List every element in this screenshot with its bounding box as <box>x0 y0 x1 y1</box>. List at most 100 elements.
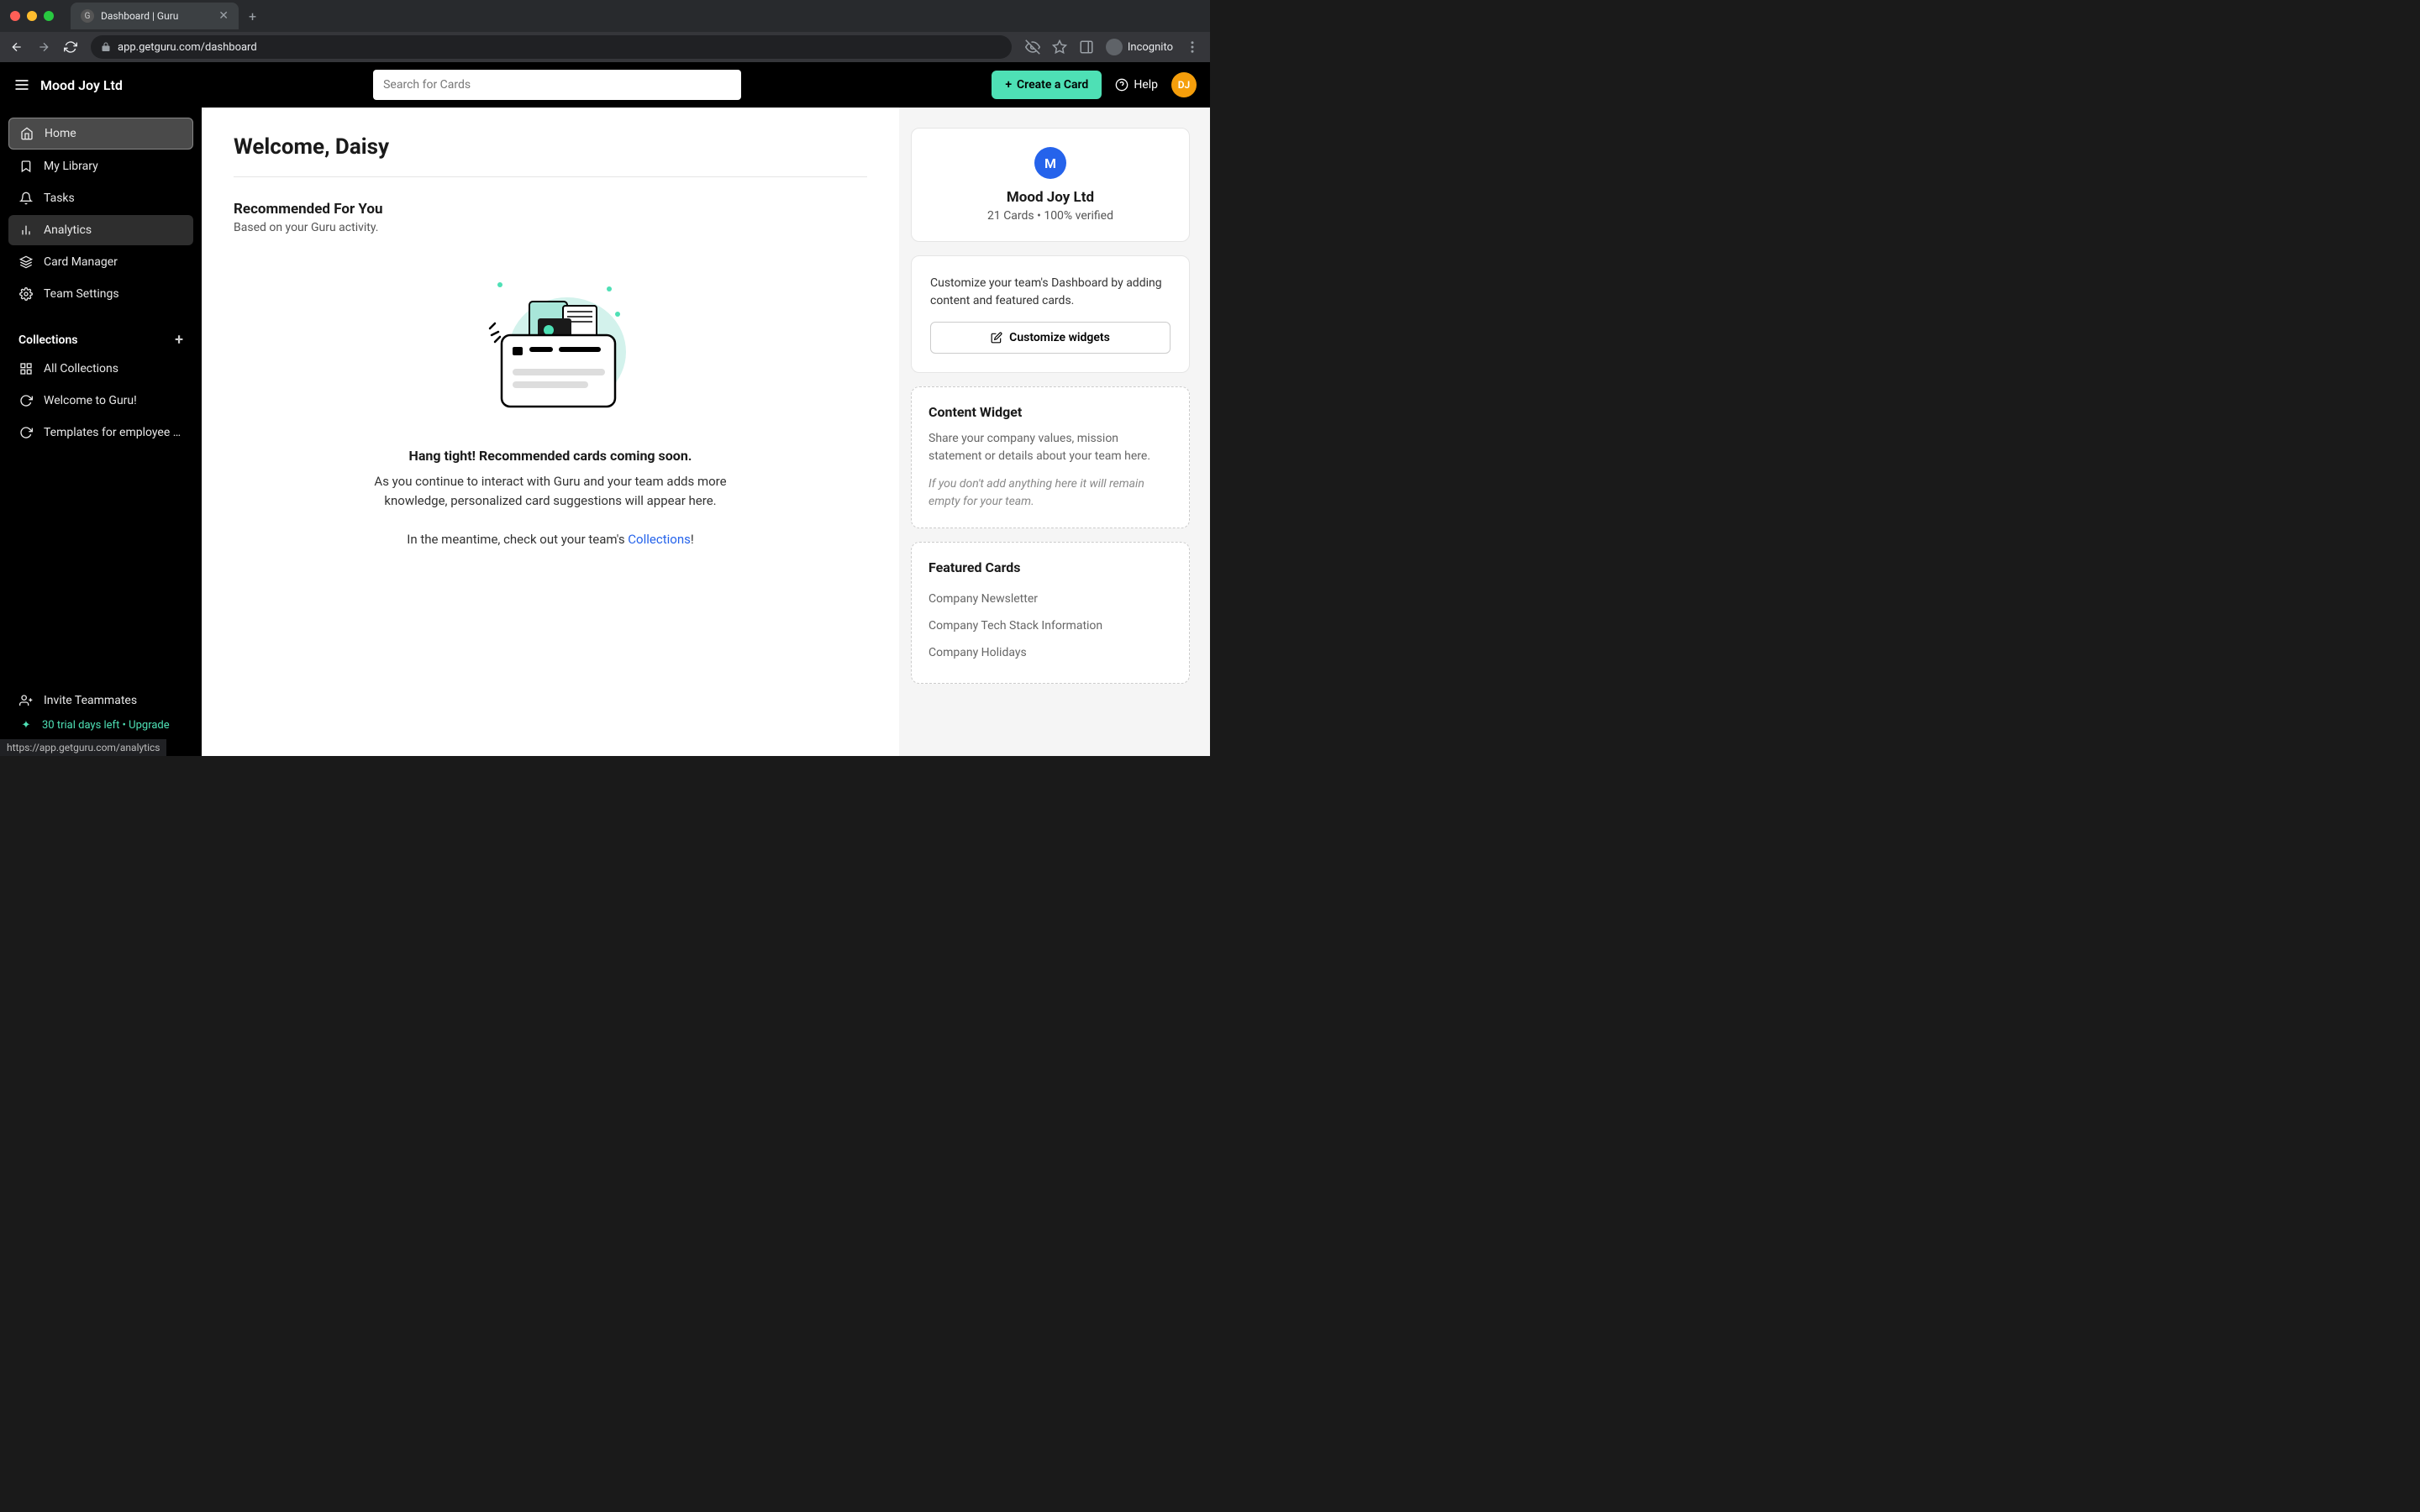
url-text: app.getguru.com/dashboard <box>118 41 257 54</box>
bell-icon <box>18 191 34 206</box>
tab-title: Dashboard | Guru <box>101 10 178 22</box>
content-widget-title: Content Widget <box>929 404 1172 420</box>
sidebar-item-label: Welcome to Guru! <box>44 394 137 407</box>
sidebar-item-card-manager[interactable]: Card Manager <box>8 247 193 277</box>
team-name: Mood Joy Ltd <box>930 189 1171 206</box>
right-panel: M Mood Joy Ltd 21 Cards • 100% verified … <box>902 108 1205 756</box>
create-card-label: Create a Card <box>1017 78 1088 92</box>
sidebar: Home My Library Tasks Analytics Card Man… <box>0 108 202 756</box>
empty-state-description: As you continue to interact with Guru an… <box>366 472 735 510</box>
incognito-icon <box>1106 39 1123 55</box>
search-placeholder: Search for Cards <box>383 78 471 92</box>
customize-text: Customize your team's Dashboard by addin… <box>930 275 1171 310</box>
help-icon <box>1115 78 1128 92</box>
refresh-icon <box>18 393 34 408</box>
recommended-title: Recommended For You <box>234 201 867 218</box>
tab-favicon-icon: G <box>81 9 94 23</box>
sidebar-item-analytics[interactable]: Analytics <box>8 215 193 245</box>
collections-header: Collections + <box>8 326 193 354</box>
team-card: M Mood Joy Ltd 21 Cards • 100% verified <box>911 128 1190 242</box>
featured-item[interactable]: Company Newsletter <box>929 585 1172 612</box>
sidebar-item-tasks[interactable]: Tasks <box>8 183 193 213</box>
window-controls <box>10 11 54 21</box>
new-tab-icon[interactable]: + <box>249 8 256 24</box>
welcome-title: Welcome, Daisy <box>234 134 867 177</box>
app-title: Mood Joy Ltd <box>40 77 123 93</box>
empty-state-title: Hang tight! Recommended cards coming soo… <box>234 448 867 464</box>
chart-icon <box>18 223 34 238</box>
sidebar-item-label: My Library <box>44 160 98 173</box>
home-icon <box>19 126 34 141</box>
layers-icon <box>18 255 34 270</box>
sidebar-item-label: All Collections <box>44 362 118 375</box>
browser-tab[interactable]: G Dashboard | Guru ✕ <box>71 3 239 29</box>
add-collection-icon[interactable]: + <box>175 331 183 349</box>
address-bar[interactable]: app.getguru.com/dashboard <box>91 35 1012 59</box>
content-widget-hint: If you don't add anything here it will r… <box>929 475 1172 511</box>
sidebar-item-library[interactable]: My Library <box>8 151 193 181</box>
cta-prefix: In the meantime, check out your team's <box>407 532 628 547</box>
panel-icon[interactable] <box>1079 39 1094 55</box>
sidebar-item-invite[interactable]: Invite Teammates <box>8 685 193 716</box>
help-button[interactable]: Help <box>1115 78 1158 92</box>
customize-btn-label: Customize widgets <box>1009 331 1110 344</box>
toolbar-icons: Incognito <box>1025 39 1200 55</box>
team-stats: 21 Cards • 100% verified <box>930 209 1171 223</box>
maximize-window-icon[interactable] <box>44 11 54 21</box>
browser-tab-bar: G Dashboard | Guru ✕ + <box>0 0 1210 32</box>
trial-badge[interactable]: ✦ 30 trial days left • Upgrade <box>8 717 193 739</box>
sidebar-item-label: Templates for employee … <box>44 426 181 439</box>
gear-icon <box>18 286 34 302</box>
sidebar-item-collection-templates[interactable]: Templates for employee … <box>8 417 193 448</box>
user-avatar[interactable]: DJ <box>1171 72 1197 97</box>
cta-suffix: ! <box>691 532 694 547</box>
incognito-label: Incognito <box>1128 41 1173 54</box>
sidebar-item-label: Invite Teammates <box>44 694 137 707</box>
team-avatar: M <box>1034 147 1066 179</box>
sidebar-item-label: Card Manager <box>44 255 118 269</box>
collections-link[interactable]: Collections <box>628 532 691 547</box>
sidebar-item-label: Team Settings <box>44 287 119 301</box>
content-widget-card[interactable]: Content Widget Share your company values… <box>911 386 1190 528</box>
pencil-icon <box>991 332 1002 344</box>
customize-card: Customize your team's Dashboard by addin… <box>911 255 1190 373</box>
main-content: Welcome, Daisy Recommended For You Based… <box>202 108 1210 756</box>
user-plus-icon <box>18 693 34 708</box>
search-input[interactable]: Search for Cards <box>373 70 741 100</box>
plus-icon: + <box>1005 78 1012 92</box>
create-card-button[interactable]: + Create a Card <box>992 71 1102 99</box>
star-icon[interactable] <box>1052 39 1067 55</box>
tab-close-icon[interactable]: ✕ <box>218 9 229 23</box>
sidebar-item-home[interactable]: Home <box>8 118 193 150</box>
forward-icon[interactable] <box>37 40 50 54</box>
close-window-icon[interactable] <box>10 11 20 21</box>
status-bar-url: https://app.getguru.com/analytics <box>0 739 166 756</box>
team-avatar-letter: M <box>1044 155 1056 171</box>
trial-label: 30 trial days left • Upgrade <box>42 719 170 732</box>
empty-state-cta: In the meantime, check out your team's C… <box>234 532 867 547</box>
eye-off-icon[interactable] <box>1025 39 1040 55</box>
minimize-window-icon[interactable] <box>27 11 37 21</box>
incognito-badge[interactable]: Incognito <box>1106 39 1173 55</box>
empty-state-illustration <box>450 260 651 428</box>
menu-toggle-icon[interactable] <box>13 76 30 93</box>
sidebar-item-all-collections[interactable]: All Collections <box>8 354 193 384</box>
sidebar-item-label: Analytics <box>44 223 92 237</box>
app-header: Mood Joy Ltd Search for Cards + Create a… <box>0 62 1210 108</box>
back-icon[interactable] <box>10 40 24 54</box>
featured-cards-card[interactable]: Featured Cards Company Newsletter Compan… <box>911 542 1190 684</box>
kebab-menu-icon[interactable] <box>1185 39 1200 55</box>
customize-widgets-button[interactable]: Customize widgets <box>930 322 1171 354</box>
sidebar-item-label: Tasks <box>44 192 75 205</box>
sidebar-item-team-settings[interactable]: Team Settings <box>8 279 193 309</box>
featured-item[interactable]: Company Holidays <box>929 639 1172 666</box>
featured-item[interactable]: Company Tech Stack Information <box>929 612 1172 639</box>
help-label: Help <box>1134 78 1158 92</box>
refresh-icon <box>18 425 34 440</box>
recommended-subtitle: Based on your Guru activity. <box>234 221 867 234</box>
bookmark-icon <box>18 159 34 174</box>
avatar-initials: DJ <box>1178 79 1191 91</box>
reload-icon[interactable] <box>64 40 77 54</box>
sidebar-item-collection-welcome[interactable]: Welcome to Guru! <box>8 386 193 416</box>
collections-title: Collections <box>18 333 77 347</box>
